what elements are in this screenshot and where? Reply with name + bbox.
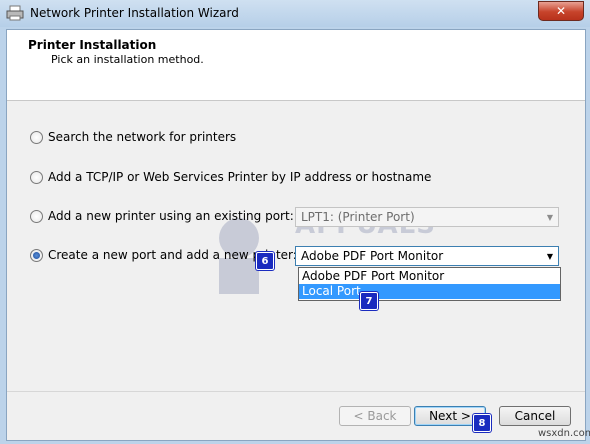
radio-create-new-port[interactable] [30, 248, 43, 262]
chevron-down-icon: ▼ [546, 212, 554, 222]
step-badge-7: 7 [360, 292, 378, 310]
chevron-down-icon: ▼ [546, 251, 554, 261]
dropdown-item-local-port[interactable]: Local Port [299, 284, 560, 299]
close-button[interactable]: ✕ [538, 1, 584, 21]
option-label: Search the network for printers [48, 130, 237, 144]
option-existing-port[interactable]: Add a new printer using an existing port… [30, 209, 294, 223]
printer-icon [6, 5, 24, 21]
option-label: Add a new printer using an existing port… [48, 209, 294, 223]
existing-port-value: LPT1: (Printer Port) [301, 210, 415, 224]
footer-divider [7, 391, 585, 392]
page-title: Printer Installation [28, 38, 157, 52]
title-bar: Network Printer Installation Wizard ✕ [0, 0, 590, 27]
option-tcpip[interactable]: Add a TCP/IP or Web Services Printer by … [30, 170, 431, 184]
new-port-type-select[interactable]: Adobe PDF Port Monitor ▼ [295, 246, 559, 266]
radio-search-network[interactable] [30, 130, 43, 144]
radio-existing-port[interactable] [30, 209, 43, 223]
step-badge-8: 8 [473, 414, 491, 432]
new-port-type-value: Adobe PDF Port Monitor [301, 249, 444, 263]
radio-tcpip[interactable] [30, 170, 43, 184]
port-type-dropdown-list: Adobe PDF Port Monitor Local Port [298, 267, 561, 301]
site-watermark: wsxdn.com [538, 428, 590, 439]
existing-port-select[interactable]: LPT1: (Printer Port) ▼ [295, 207, 559, 227]
window-title: Network Printer Installation Wizard [30, 6, 239, 20]
back-button[interactable]: < Back [339, 406, 411, 426]
page-subtitle: Pick an installation method. [51, 53, 204, 66]
wizard-window: Network Printer Installation Wizard ✕ Pr… [0, 0, 590, 444]
wizard-body: Printer Installation Pick an installatio… [6, 29, 586, 441]
dropdown-item-adobe-pdf[interactable]: Adobe PDF Port Monitor [299, 269, 560, 284]
cancel-button[interactable]: Cancel [499, 406, 571, 426]
step-badge-6: 6 [256, 252, 274, 270]
close-icon: ✕ [555, 4, 567, 18]
option-label: Add a TCP/IP or Web Services Printer by … [48, 170, 432, 184]
wizard-header: Printer Installation Pick an installatio… [7, 30, 585, 101]
option-search-network[interactable]: Search the network for printers [30, 130, 236, 144]
